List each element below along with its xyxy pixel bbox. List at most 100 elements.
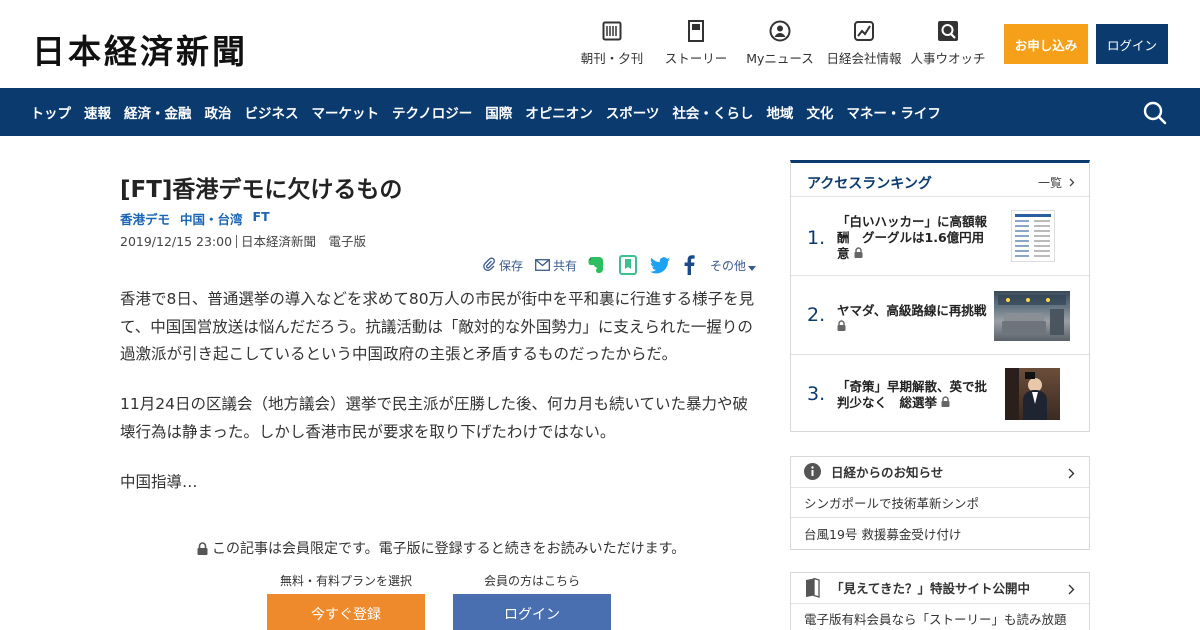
tag-link[interactable]: FT <box>253 209 270 228</box>
nav-label: ストーリー <box>664 51 728 66</box>
rank-number: 3. <box>807 383 826 405</box>
save-button[interactable]: 保存 <box>482 254 523 276</box>
category-nav: トップ 速報 経済・金融 政治 ビジネス マーケット テクノロジー 国際 オピニ… <box>0 88 1200 136</box>
category-item[interactable]: テクノロジー <box>392 102 472 122</box>
more-button[interactable]: その他 <box>710 254 757 276</box>
promo-box: 「見えてきた？」特設サイト公開中 電子版有料会員なら「ストーリー」も読み放題 <box>790 572 1090 630</box>
more-label: その他 <box>710 258 747 273</box>
ranking-item[interactable]: 3. 「奇策」早期解散、英で批判少なく 総選挙 <box>791 356 1089 434</box>
nav-company-info[interactable]: 日経会社情報 <box>819 20 909 67</box>
paywall-note: この記事は会員限定です。電子版に登録すると続きをお読みいただけます。 <box>197 538 685 558</box>
nav-personnel[interactable]: 人事ウオッチ <box>903 20 993 67</box>
caret-down-icon <box>748 256 757 275</box>
article-meta: 2019/12/15 23:00 日本経済新聞 電子版 <box>120 231 366 250</box>
notice-title: 日経からのお知らせ <box>831 465 944 481</box>
bookmark-app-icon[interactable] <box>619 254 637 276</box>
chart-icon <box>853 20 875 42</box>
info-icon <box>804 463 821 481</box>
nav-label: 人事ウオッチ <box>910 51 986 66</box>
meta-divider <box>236 235 238 248</box>
category-item[interactable]: 速報 <box>84 102 111 122</box>
ranking-all-link[interactable]: 一覧 <box>1038 174 1075 191</box>
book-icon <box>804 577 821 598</box>
lock-icon <box>854 246 863 261</box>
nav-label: 日経会社情報 <box>826 51 902 66</box>
paywall-login-button[interactable]: ログイン <box>453 594 611 630</box>
rank-headline-text: ヤマダ、高級路線に再挑戦 <box>837 303 987 318</box>
article-tags: 香港デモ 中国・台湾 FT <box>120 209 270 228</box>
newspaper-icon <box>601 20 623 42</box>
ranking-item[interactable]: 2. ヤマダ、高級路線に再挑戦 <box>791 277 1089 355</box>
rank-thumbnail <box>1011 210 1055 262</box>
category-item[interactable]: オピニオン <box>525 102 593 122</box>
chevron-right-icon <box>1069 176 1075 190</box>
promo-title: 「見えてきた？」特設サイト公開中 <box>831 581 1031 597</box>
nav-story[interactable]: ストーリー <box>651 20 741 67</box>
category-item[interactable]: トップ <box>31 102 72 122</box>
category-item[interactable]: 国際 <box>485 102 512 122</box>
chevron-right-icon <box>1068 583 1075 598</box>
apply-button[interactable]: お申し込み <box>1004 24 1088 64</box>
category-item[interactable]: ビジネス <box>245 102 299 122</box>
category-item[interactable]: 地域 <box>766 102 793 122</box>
notice-header[interactable]: 日経からのお知らせ <box>791 457 1089 488</box>
article-title: [FT]香港デモに欠けるもの <box>120 177 403 203</box>
site-header: 日本経済新聞 朝刊・夕刊 ストーリー Myニュース 日経会社情報 人事ウオッチ … <box>0 0 1200 88</box>
article-paragraph: 中国指導… <box>120 473 198 491</box>
category-item[interactable]: マネー・ライフ <box>846 102 941 122</box>
ranking-title: アクセスランキング <box>807 176 932 192</box>
twitter-icon[interactable] <box>650 254 670 276</box>
tag-link[interactable]: 中国・台湾 <box>180 209 243 228</box>
ranking-all-label: 一覧 <box>1038 176 1063 190</box>
ranking-item[interactable]: 1. 「白いハッカー」に高額報酬 グーグルは1.6億円用意 <box>791 198 1089 276</box>
search-icon[interactable] <box>1142 100 1168 126</box>
nav-newspaper[interactable]: 朝刊・夕刊 <box>567 20 657 67</box>
access-ranking: アクセスランキング 一覧 1. 「白いハッカー」に高額報酬 グーグルは1.6億円… <box>790 160 1090 432</box>
save-label: 保存 <box>499 258 524 273</box>
person-icon <box>769 20 791 42</box>
category-item[interactable]: 社会・くらし <box>672 102 753 122</box>
article-date: 2019/12/15 23:00 <box>120 234 233 249</box>
rank-headline: 「奇策」早期解散、英で批判少なく 総選挙 <box>837 379 987 411</box>
chevron-right-icon <box>1068 467 1075 482</box>
evernote-icon[interactable] <box>587 254 605 276</box>
tag-link[interactable]: 香港デモ <box>120 209 170 228</box>
rank-number: 2. <box>807 304 826 326</box>
share-label: 共有 <box>553 258 578 273</box>
rank-headline: ヤマダ、高級路線に再挑戦 <box>837 303 987 335</box>
rank-thumbnail <box>994 291 1070 341</box>
notice-item[interactable]: シンガポールで技術革新シンポ <box>791 488 1089 518</box>
article-paragraph: 11月24日の区議会（地方議会）選挙で民主派が圧勝した後、何カ月も続いていた暴力… <box>120 395 748 441</box>
plan-label: 無料・有料プランを選択 <box>280 574 413 588</box>
category-item[interactable]: マーケット <box>312 102 380 122</box>
rank-headline-text: 「奇策」早期解散、英で批判少なく 総選挙 <box>837 379 988 410</box>
notice-box: 日経からのお知らせ シンガポールで技術革新シンポ 台風19号 救援募金受け付け <box>790 456 1090 550</box>
category-item[interactable]: 文化 <box>806 102 833 122</box>
paywall-text: この記事は会員限定です。電子版に登録すると続きをお読みいただけます。 <box>212 541 686 557</box>
nav-label: 朝刊・夕刊 <box>580 51 644 66</box>
nav-label: Myニュース <box>746 51 814 66</box>
article-source: 日本経済新聞 電子版 <box>241 234 367 249</box>
lock-icon <box>197 541 208 555</box>
category-item[interactable]: 政治 <box>205 102 232 122</box>
rank-thumbnail <box>1005 368 1060 420</box>
site-logo[interactable]: 日本経済新聞 <box>32 25 248 73</box>
promo-item[interactable]: 電子版有料会員なら「ストーリー」も読み放題 <box>791 604 1089 630</box>
search-person-icon <box>937 20 959 42</box>
share-button[interactable]: 共有 <box>535 254 577 276</box>
notice-item[interactable]: 台風19号 救援募金受け付け <box>791 518 1089 549</box>
nav-mynews[interactable]: Myニュース <box>735 20 825 67</box>
mail-icon <box>535 256 550 275</box>
story-icon <box>685 20 707 42</box>
promo-header[interactable]: 「見えてきた？」特設サイト公開中 <box>791 573 1089 604</box>
register-button[interactable]: 今すぐ登録 <box>267 594 425 630</box>
rank-headline: 「白いハッカー」に高額報酬 グーグルは1.6億円用意 <box>837 214 987 262</box>
article-paragraph: 香港で8日、普通選挙の導入などを求めて80万人の市民が街中を平和裏に行進する様子… <box>120 290 755 363</box>
member-label: 会員の方はこちら <box>484 574 581 588</box>
facebook-icon[interactable] <box>684 254 695 276</box>
lock-icon <box>837 319 846 334</box>
category-item[interactable]: スポーツ <box>606 102 660 122</box>
lock-icon <box>941 395 950 410</box>
category-item[interactable]: 経済・金融 <box>124 102 192 122</box>
login-button[interactable]: ログイン <box>1096 24 1168 64</box>
